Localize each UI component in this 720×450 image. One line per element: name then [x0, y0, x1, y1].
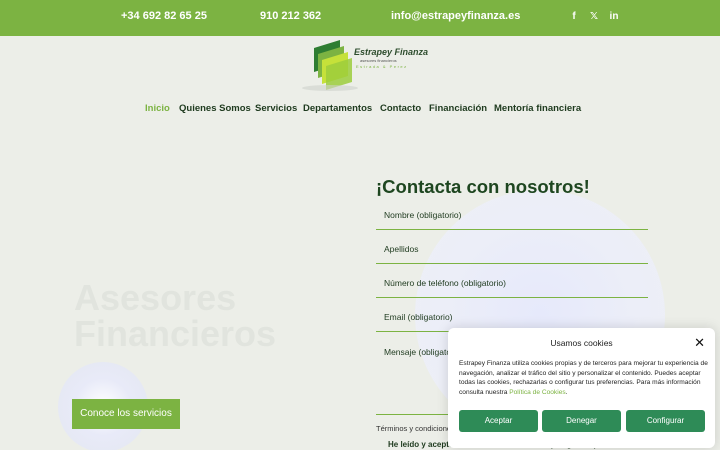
nav-contacto[interactable]: Contacto — [380, 103, 421, 114]
deny-cookies-button[interactable]: Denegar — [542, 410, 621, 432]
name-field[interactable]: Nombre (obligatorio) — [376, 204, 648, 230]
facebook-icon[interactable]: f — [568, 11, 580, 23]
nav-quienes-somos[interactable]: Quienes Somos — [179, 103, 251, 114]
nav-departamentos[interactable]: Departamentos — [303, 103, 372, 114]
surname-field[interactable]: Apellidos — [376, 238, 648, 264]
nav-financiacion[interactable]: Financiación — [429, 103, 487, 114]
name-field-label: Nombre (obligatorio) — [384, 210, 462, 220]
phone-link-landline[interactable]: 910 212 362 — [260, 10, 321, 22]
terms-label: Términos y condiciones — [376, 424, 455, 433]
close-icon[interactable]: ✕ — [694, 336, 705, 349]
accept-cookies-button[interactable]: Aceptar — [459, 410, 538, 432]
logo-tagline: asesores financieros — [360, 58, 397, 63]
hero-heading-faded: Asesores Financieros — [74, 280, 276, 352]
cookie-dialog-text: Estrapey Finanza utiliza cookies propias… — [459, 360, 708, 396]
nav-servicios[interactable]: Servicios — [255, 103, 297, 114]
email-field-label: Email (obligatorio) — [384, 312, 453, 322]
surname-field-label: Apellidos — [384, 244, 419, 254]
contact-form-title: ¡Contacta con nosotros! — [376, 176, 590, 197]
hero-heading-line2: Financieros — [74, 313, 277, 354]
phone-field-label: Número de teléfono (obligatorio) — [384, 278, 506, 288]
configure-cookies-button[interactable]: Configurar — [626, 410, 705, 432]
email-link[interactable]: info@estrapeyfinanza.es — [391, 10, 520, 22]
phone-field[interactable]: Número de teléfono (obligatorio) — [376, 272, 648, 298]
cookie-consent-dialog: Usamos cookies ✕ Estrapey Finanza utiliz… — [448, 328, 715, 448]
cookie-dialog-title: Usamos cookies — [550, 338, 613, 348]
x-icon[interactable]: 𝕏 — [588, 11, 600, 23]
services-cta-button[interactable]: Conoce los servicios — [72, 399, 180, 429]
hero-heading-line1: Asesores — [74, 277, 237, 318]
nav-inicio[interactable]: Inicio — [145, 103, 170, 114]
cookie-policy-link[interactable]: Política de Cookies — [509, 389, 565, 396]
main-navigation: Inicio Quienes Somos Servicios Departame… — [0, 103, 720, 117]
linkedin-icon[interactable]: in — [608, 11, 620, 23]
nav-mentoria-financiera[interactable]: Mentoría financiera — [494, 103, 581, 114]
top-contact-bar: +34 692 82 65 25 910 212 362 info@estrap… — [0, 0, 720, 36]
phone-link-mobile[interactable]: +34 692 82 65 25 — [121, 10, 207, 22]
logo-motto: Estrada & Perez — [356, 64, 408, 69]
cookie-dialog-body: Estrapey Finanza utiliza cookies propias… — [459, 360, 708, 396]
logo-name: Estrapey Finanza — [354, 47, 429, 57]
